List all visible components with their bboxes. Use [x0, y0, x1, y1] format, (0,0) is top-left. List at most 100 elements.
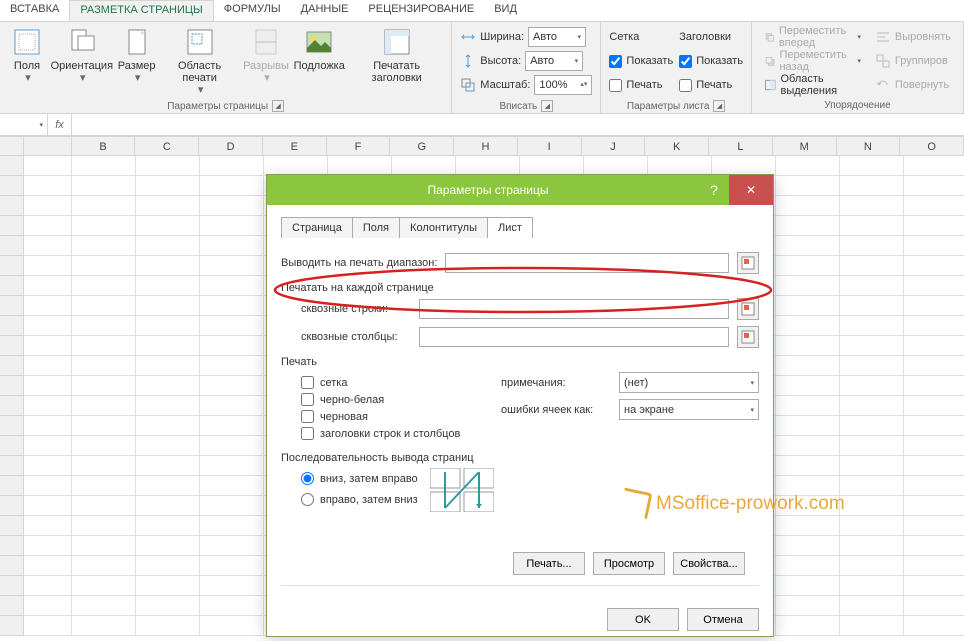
cell[interactable] [840, 416, 904, 436]
tab-page[interactable]: Страница [281, 217, 353, 238]
cell[interactable] [840, 236, 904, 256]
cell[interactable] [776, 496, 840, 516]
cell[interactable] [520, 156, 584, 176]
cell[interactable] [776, 516, 840, 536]
row-head[interactable] [0, 556, 24, 576]
cell[interactable] [776, 276, 840, 296]
cell[interactable] [904, 376, 964, 396]
cell[interactable] [904, 416, 964, 436]
cell[interactable] [24, 296, 72, 316]
row-head[interactable] [0, 336, 24, 356]
cell[interactable] [840, 376, 904, 396]
col-head-j[interactable]: J [582, 136, 646, 155]
tab-page-layout[interactable]: РАЗМЕТКА СТРАНИЦЫ [69, 0, 213, 21]
row-head[interactable] [0, 356, 24, 376]
tab-insert[interactable]: ВСТАВКА [0, 0, 69, 21]
cell[interactable] [776, 396, 840, 416]
cell[interactable] [72, 416, 136, 436]
chk-bw[interactable] [301, 393, 314, 406]
row-head[interactable] [0, 496, 24, 516]
cell[interactable] [72, 336, 136, 356]
cell[interactable] [904, 516, 964, 536]
cell[interactable] [24, 176, 72, 196]
col-head-k[interactable]: K [645, 136, 709, 155]
print-button[interactable]: Печать... [513, 552, 585, 575]
cell[interactable] [200, 256, 264, 276]
cell[interactable] [72, 456, 136, 476]
cell[interactable] [200, 396, 264, 416]
cell[interactable] [200, 516, 264, 536]
fx-button[interactable]: fx [48, 114, 72, 135]
rows-repeat-input[interactable] [419, 299, 729, 319]
dialog-help-button[interactable]: ? [699, 182, 729, 198]
group-button[interactable]: Группиров [871, 50, 955, 72]
cell[interactable] [840, 456, 904, 476]
rows-repeat-picker[interactable] [737, 298, 759, 320]
cell[interactable] [904, 616, 964, 636]
cell[interactable] [72, 516, 136, 536]
cell[interactable] [136, 596, 200, 616]
cell[interactable] [776, 576, 840, 596]
cell[interactable] [24, 436, 72, 456]
cell[interactable] [840, 536, 904, 556]
cell[interactable] [24, 376, 72, 396]
row-head[interactable] [0, 156, 24, 176]
cell[interactable] [136, 396, 200, 416]
cell[interactable] [200, 236, 264, 256]
cols-repeat-picker[interactable] [737, 326, 759, 348]
cell[interactable] [776, 596, 840, 616]
cell[interactable] [840, 396, 904, 416]
row-head[interactable] [0, 276, 24, 296]
page-setup-dialog-launcher[interactable]: ◢ [272, 100, 284, 112]
row-head[interactable] [0, 176, 24, 196]
sheet-dialog-launcher[interactable]: ◢ [713, 100, 725, 112]
dialog-close-button[interactable]: ✕ [729, 175, 773, 205]
cell[interactable] [776, 376, 840, 396]
chk-headings[interactable] [301, 427, 314, 440]
tab-review[interactable]: РЕЦЕНЗИРОВАНИЕ [358, 0, 484, 21]
cell[interactable] [904, 236, 964, 256]
col-head-m[interactable]: M [773, 136, 837, 155]
cell[interactable] [72, 596, 136, 616]
cell[interactable] [72, 376, 136, 396]
cell[interactable] [904, 316, 964, 336]
cell[interactable] [200, 416, 264, 436]
cell[interactable] [24, 416, 72, 436]
cell[interactable] [72, 396, 136, 416]
col-head-n[interactable]: N [837, 136, 901, 155]
cell[interactable] [136, 516, 200, 536]
cell[interactable] [136, 576, 200, 596]
cell[interactable] [904, 156, 964, 176]
cell[interactable] [72, 296, 136, 316]
cell[interactable] [200, 576, 264, 596]
cell[interactable] [456, 156, 520, 176]
cell[interactable] [24, 356, 72, 376]
ok-button[interactable]: OK [607, 608, 679, 631]
cell[interactable] [776, 216, 840, 236]
cell[interactable] [904, 336, 964, 356]
cell[interactable] [200, 536, 264, 556]
cell[interactable] [776, 256, 840, 276]
cell[interactable] [72, 196, 136, 216]
cell[interactable] [776, 316, 840, 336]
cell[interactable] [776, 196, 840, 216]
row-head[interactable] [0, 596, 24, 616]
width-combo[interactable]: Авто▾ [528, 27, 586, 47]
cell[interactable] [904, 216, 964, 236]
cell[interactable] [200, 176, 264, 196]
cell[interactable] [840, 176, 904, 196]
rotate-button[interactable]: Повернуть [871, 74, 955, 96]
row-head[interactable] [0, 316, 24, 336]
cell[interactable] [24, 276, 72, 296]
cell[interactable] [72, 436, 136, 456]
row-head[interactable] [0, 256, 24, 276]
cell[interactable] [904, 556, 964, 576]
col-head-l[interactable]: L [709, 136, 773, 155]
cell[interactable] [904, 196, 964, 216]
chk-draft[interactable] [301, 410, 314, 423]
cell[interactable] [24, 536, 72, 556]
row-head[interactable] [0, 416, 24, 436]
cell[interactable] [72, 576, 136, 596]
cell[interactable] [24, 156, 72, 176]
cell[interactable] [904, 176, 964, 196]
